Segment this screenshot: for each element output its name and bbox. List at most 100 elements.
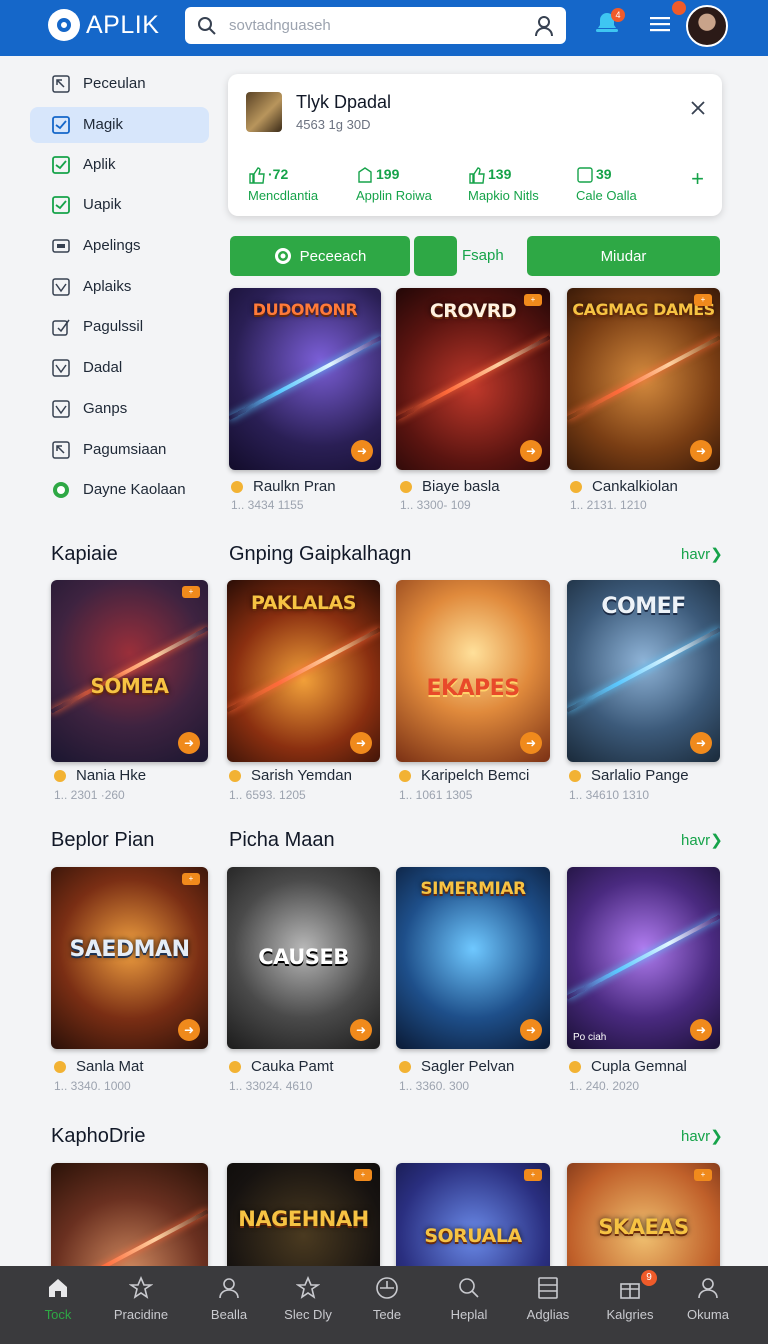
star-outline-icon <box>129 1276 153 1299</box>
search-icon <box>198 17 216 35</box>
play-icon[interactable]: ➜ <box>350 1019 372 1041</box>
user-avatar[interactable] <box>686 5 728 47</box>
see-more-link[interactable]: havr❯ <box>681 1127 723 1145</box>
game-tile[interactable]: Po ciah ➜ <box>567 867 720 1049</box>
menu-button[interactable] <box>650 1 686 38</box>
nav-item-kalgries[interactable]: 9 Kalgries <box>588 1266 672 1344</box>
middle-action-button[interactable] <box>414 236 457 276</box>
play-icon[interactable]: ➜ <box>520 440 542 462</box>
profile-search-icon[interactable] <box>534 15 554 37</box>
nav-item-okuma[interactable]: Okuma <box>666 1266 750 1344</box>
game-tag: + <box>694 294 712 306</box>
edit-box-icon <box>52 319 70 336</box>
play-icon[interactable]: ➜ <box>520 732 542 754</box>
sidebar-item-pagumsiaan[interactable]: Pagumsiaan <box>30 432 209 468</box>
game-tile[interactable]: CAGMAG DAMES + ➜ <box>567 288 720 470</box>
game-tile[interactable]: SIMERMIAR ➜ <box>396 867 550 1049</box>
user-icon <box>219 1278 239 1299</box>
search-input[interactable] <box>229 7 519 44</box>
game-name[interactable]: Sarish Yemdan <box>229 767 352 784</box>
search-bar[interactable] <box>185 7 566 44</box>
play-icon[interactable]: ➜ <box>351 440 373 462</box>
close-icon[interactable] <box>690 100 706 116</box>
add-icon[interactable]: + <box>691 168 704 190</box>
game-art-title: SIMERMIAR <box>420 879 526 899</box>
sidebar-item-aplik[interactable]: Aplik <box>30 147 209 183</box>
nav-label: Slec Dly <box>284 1307 332 1322</box>
nav-item-tede[interactable]: Tede <box>345 1266 429 1344</box>
sidebar-item-magik[interactable]: Magik <box>30 107 209 143</box>
logo-icon <box>48 9 80 41</box>
nav-item-pracidine[interactable]: Pracidine <box>99 1266 183 1344</box>
game-name[interactable]: Nania Hke <box>53 767 146 784</box>
nav-item-slec-dly[interactable]: Slec Dly <box>266 1266 350 1344</box>
stat-label: Mencdlantia <box>248 188 319 203</box>
game-meta: 1.. 33024. 4610 <box>229 1079 313 1093</box>
game-tile[interactable]: EKAPES ➜ <box>396 580 550 762</box>
gift-icon <box>620 1283 640 1299</box>
star-icon <box>296 1276 320 1299</box>
play-icon[interactable]: ➜ <box>690 732 712 754</box>
check-box-icon <box>52 116 70 134</box>
see-more-label: havr <box>681 1128 711 1145</box>
sidebar-item-apelings[interactable]: Apelings <box>30 228 209 264</box>
play-icon[interactable]: ➜ <box>178 732 200 754</box>
game-art-title: SORUALA <box>424 1225 522 1247</box>
nav-item-adglias[interactable]: Adglias <box>506 1266 590 1344</box>
nav-item-bealla[interactable]: Bealla <box>187 1266 271 1344</box>
play-icon[interactable]: ➜ <box>350 732 372 754</box>
game-tile[interactable]: CAUSEB ➜ <box>227 867 380 1049</box>
sidebar-item-dayne-kaolaan[interactable]: Dayne Kaolaan <box>30 472 209 508</box>
section-title: Kapiaie <box>51 543 118 565</box>
game-name[interactable]: Cankalkiolan <box>570 478 678 495</box>
sidebar-item-label: Magik <box>83 116 124 133</box>
section-subtitle: Picha Maan <box>229 829 335 851</box>
hamburger-icon <box>650 17 670 32</box>
sidebar-item-peceulan[interactable]: Peceulan <box>30 66 209 102</box>
middle-action-label[interactable]: Fsaph <box>462 247 504 264</box>
game-name[interactable]: Biaye basla <box>400 478 500 495</box>
game-name[interactable]: Karipelch Bemci <box>398 767 529 784</box>
game-meta: 1.. 3360. 300 <box>399 1079 470 1093</box>
game-tile[interactable]: COMEF ➜ <box>567 580 720 762</box>
sidebar-item-uapik[interactable]: Uapik <box>30 187 209 223</box>
game-tag: + <box>524 294 542 306</box>
primary-action-button[interactable]: Peceeach <box>230 236 410 276</box>
see-more-link[interactable]: havr❯ <box>681 545 723 563</box>
game-tag: + <box>354 1169 372 1181</box>
check-box-green-icon <box>52 196 70 214</box>
nav-item-tock[interactable]: Tock <box>16 1266 100 1344</box>
app-logo[interactable]: APLIK <box>48 9 159 41</box>
play-icon[interactable]: ➜ <box>690 1019 712 1041</box>
home-icon <box>49 1279 67 1297</box>
play-icon[interactable]: ➜ <box>178 1019 200 1041</box>
game-name[interactable]: Sanla Mat <box>54 1058 144 1075</box>
game-name[interactable]: Cauka Pamt <box>229 1058 334 1075</box>
sidebar-item-aplaiks[interactable]: Aplaiks <box>30 269 209 305</box>
play-icon[interactable]: ➜ <box>690 440 712 462</box>
sidebar-item-ganps[interactable]: Ganps <box>30 391 209 427</box>
check-box-green-icon <box>52 156 70 174</box>
secondary-action-button[interactable]: Miudar <box>527 236 720 276</box>
arrow-box-icon <box>52 75 70 93</box>
game-name[interactable]: Sarlalio Pange <box>569 767 689 784</box>
game-name[interactable]: Sagler Pelvan <box>398 1058 514 1075</box>
nav-item-heplal[interactable]: Heplal <box>427 1266 511 1344</box>
game-tile[interactable]: CROVRD + ➜ <box>396 288 550 470</box>
game-name[interactable]: Cupla Gemnal <box>569 1058 687 1075</box>
sidebar-item-label: Apelings <box>83 237 141 254</box>
notifications-button[interactable]: 4 <box>594 8 625 41</box>
game-name[interactable]: Raulkn Pran <box>231 478 336 495</box>
game-art-title: PAKLALAS <box>251 592 356 614</box>
sidebar-item-pagulssil[interactable]: Pagulssil <box>30 309 209 345</box>
see-more-link[interactable]: havr❯ <box>681 831 723 849</box>
game-tile[interactable]: SAEDMAN + ➜ <box>51 867 208 1049</box>
game-tile[interactable]: DUDOMONR ➜ <box>229 288 381 470</box>
play-icon[interactable]: ➜ <box>520 1019 542 1041</box>
sidebar-item-dadal[interactable]: Dadal <box>30 350 209 386</box>
bottom-nav: Tock Pracidine Bealla Slec Dly Tede Hepl… <box>0 1266 768 1344</box>
nav-badge: 9 <box>641 1270 657 1286</box>
game-tile[interactable]: SOMEA + ➜ <box>51 580 208 762</box>
game-meta: 1.. 34610 1310 <box>569 788 650 802</box>
game-tile[interactable]: PAKLALAS ➜ <box>227 580 380 762</box>
